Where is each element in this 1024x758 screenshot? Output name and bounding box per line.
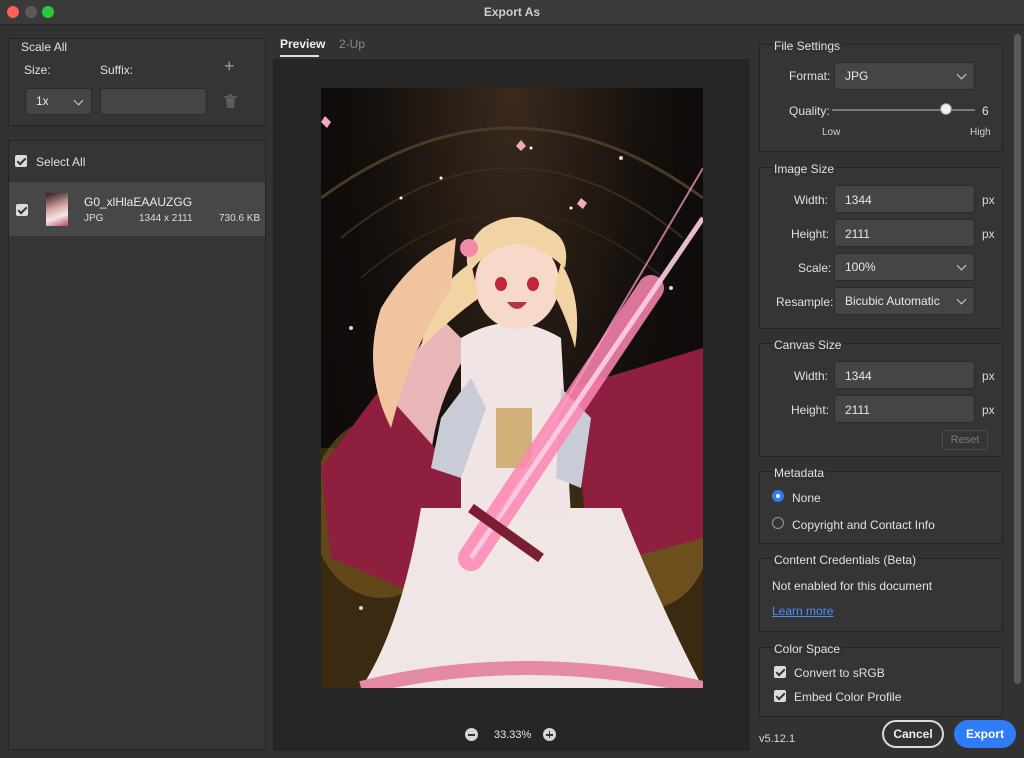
file-size: 730.6 KB bbox=[219, 213, 261, 224]
tab-preview[interactable]: Preview bbox=[280, 37, 325, 51]
zoom-level: 33.33% bbox=[494, 729, 532, 741]
quality-low-label: Low bbox=[822, 127, 841, 138]
tab-preview-underline bbox=[280, 55, 319, 57]
metadata-none-label: None bbox=[792, 491, 821, 505]
add-scale-icon[interactable]: + bbox=[224, 57, 238, 75]
file-settings-title: File Settings bbox=[772, 39, 843, 53]
convert-srgb-checkbox[interactable] bbox=[774, 666, 786, 678]
select-all-label: Select All bbox=[36, 155, 86, 169]
size-value: 1x bbox=[36, 94, 49, 108]
format-label: Format: bbox=[789, 69, 831, 83]
preview-image bbox=[321, 88, 703, 688]
convert-srgb-label: Convert to sRGB bbox=[794, 666, 885, 680]
image-width-input[interactable]: 1344 bbox=[834, 185, 975, 213]
resample-select[interactable]: Bicubic Automatic bbox=[834, 287, 975, 315]
suffix-label: Suffix: bbox=[100, 63, 134, 77]
quality-label: Quality: bbox=[789, 104, 830, 118]
metadata-copyright-radio[interactable] bbox=[772, 517, 784, 529]
quality-value: 6 bbox=[982, 104, 989, 118]
credentials-title: Content Credentials (Beta) bbox=[772, 553, 919, 567]
canvas-width-input[interactable]: 1344 bbox=[834, 361, 975, 389]
chevron-down-icon bbox=[956, 260, 967, 271]
scale-title: Scale All bbox=[21, 40, 68, 54]
image-height-input[interactable]: 2111 bbox=[834, 219, 975, 247]
file-format: JPG bbox=[84, 213, 104, 224]
credentials-status: Not enabled for this document bbox=[772, 579, 933, 593]
quality-slider-track[interactable] bbox=[832, 109, 975, 111]
chevron-down-icon bbox=[956, 69, 967, 80]
select-all-checkbox[interactable] bbox=[15, 155, 27, 167]
metadata-copyright-label: Copyright and Contact Info bbox=[792, 518, 935, 532]
metadata-none-radio[interactable] bbox=[772, 490, 784, 502]
version-label: v5.12.1 bbox=[759, 733, 796, 745]
file-name: G0_xlHlaEAAUZGG bbox=[84, 195, 193, 209]
scale-value: 100% bbox=[845, 260, 876, 274]
image-width-label: Width: bbox=[794, 193, 829, 207]
image-width-unit: px bbox=[982, 193, 995, 207]
suffix-input[interactable] bbox=[100, 88, 207, 115]
reset-button[interactable]: Reset bbox=[942, 430, 988, 450]
size-label: Size: bbox=[24, 63, 51, 77]
format-select[interactable]: JPG bbox=[834, 62, 975, 90]
format-value: JPG bbox=[845, 69, 869, 83]
window-title: Export As bbox=[483, 5, 541, 19]
image-height-label: Height: bbox=[791, 227, 830, 241]
tab-2up[interactable]: 2-Up bbox=[339, 37, 365, 51]
resample-value: Bicubic Automatic bbox=[845, 294, 940, 308]
canvas-size-title: Canvas Size bbox=[772, 338, 844, 352]
metadata-panel bbox=[759, 471, 1003, 544]
cancel-button[interactable]: Cancel bbox=[882, 720, 944, 748]
resample-label: Resample: bbox=[776, 295, 834, 309]
scale-label: Scale: bbox=[798, 261, 832, 275]
file-settings-panel bbox=[759, 44, 1003, 152]
quality-high-label: High bbox=[970, 127, 991, 138]
metadata-title: Metadata bbox=[772, 466, 827, 480]
chevron-down-icon bbox=[73, 95, 84, 106]
trash-icon[interactable] bbox=[224, 94, 237, 108]
scale-select[interactable]: 100% bbox=[834, 253, 975, 281]
settings-scrollbar[interactable] bbox=[1014, 34, 1021, 684]
embed-profile-label: Embed Color Profile bbox=[794, 690, 902, 704]
canvas-width-unit: px bbox=[982, 369, 995, 383]
zoom-out-icon[interactable] bbox=[465, 728, 478, 741]
size-select[interactable]: 1x bbox=[25, 88, 92, 115]
learn-more-link[interactable]: Learn more bbox=[772, 604, 833, 618]
file-dimensions: 1344 x 2111 bbox=[139, 213, 193, 224]
canvas-height-unit: px bbox=[982, 403, 995, 417]
embed-profile-checkbox[interactable] bbox=[774, 690, 786, 702]
canvas-height-input[interactable]: 2111 bbox=[834, 395, 975, 423]
export-button[interactable]: Export bbox=[954, 720, 1016, 748]
canvas-height-label: Height: bbox=[791, 403, 830, 417]
credentials-panel bbox=[759, 558, 1003, 632]
color-space-panel bbox=[759, 647, 1003, 717]
zoom-in-icon[interactable] bbox=[543, 728, 556, 741]
canvas-width-label: Width: bbox=[794, 369, 829, 383]
image-height-unit: px bbox=[982, 227, 995, 241]
image-size-title: Image Size bbox=[772, 162, 837, 176]
list-item-checkbox[interactable] bbox=[16, 204, 28, 216]
color-space-title: Color Space bbox=[772, 642, 843, 656]
file-thumbnail bbox=[46, 193, 68, 226]
chevron-down-icon bbox=[956, 294, 967, 305]
